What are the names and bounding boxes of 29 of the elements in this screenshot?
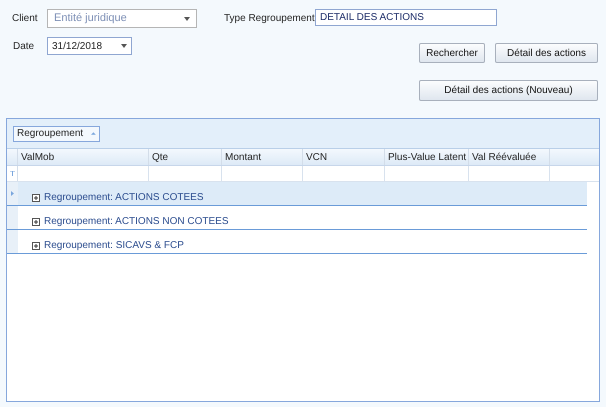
column-header[interactable]: Qte <box>149 149 222 165</box>
type-regroupement-label: Type Regroupement <box>224 12 315 26</box>
group-by-chip[interactable]: Regroupement <box>13 126 100 142</box>
type-regroupement-field[interactable]: DETAIL DES ACTIONS <box>315 9 497 26</box>
filter-icon[interactable] <box>10 171 14 176</box>
column-header[interactable]: Montant <box>222 149 303 165</box>
group-row[interactable]: Regroupement: ACTIONS COTEES <box>7 182 587 206</box>
group-label: Regroupement: ACTIONS NON COTEES <box>44 215 229 229</box>
column-header[interactable]: ValMob <box>18 149 149 165</box>
group-row[interactable]: Regroupement: ACTIONS NON COTEES <box>7 206 587 230</box>
chevron-down-icon <box>184 16 190 20</box>
expand-icon[interactable] <box>32 242 40 250</box>
expand-icon[interactable] <box>32 194 40 202</box>
group-row[interactable]: Regroupement: SICAVS & FCP <box>7 230 587 254</box>
details-button[interactable]: Détail des actions <box>495 43 598 63</box>
column-header[interactable]: Val Réévaluée <box>469 149 550 165</box>
column-header[interactable]: VCN <box>303 149 385 165</box>
group-label: Regroupement: ACTIONS COTEES <box>44 191 204 205</box>
dropdown-arrow-icon <box>121 44 127 48</box>
group-label: Regroupement: SICAVS & FCP <box>44 239 184 253</box>
search-button[interactable]: Rechercher <box>419 43 485 63</box>
sort-up-icon <box>91 131 96 136</box>
client-label: Client <box>12 12 39 26</box>
date-picker[interactable]: 31/12/2018 <box>47 37 132 55</box>
current-row-icon <box>11 191 14 196</box>
expand-icon[interactable] <box>32 218 40 226</box>
date-label: Date <box>13 40 36 54</box>
column-header[interactable]: Plus-Value Latent <box>385 149 469 165</box>
new-details-button[interactable]: Détail des actions (Nouveau) <box>419 80 598 101</box>
